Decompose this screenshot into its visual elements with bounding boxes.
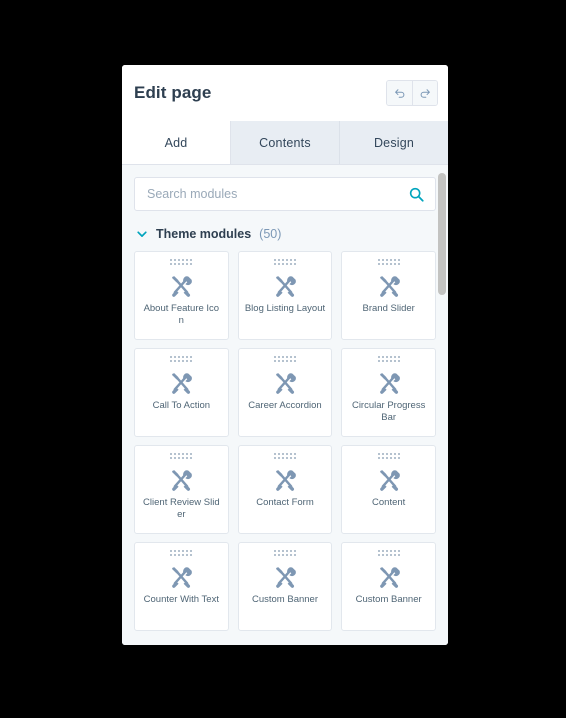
drag-handle-icon[interactable]: [170, 259, 193, 265]
drag-handle-icon[interactable]: [377, 550, 400, 556]
search-input[interactable]: [147, 187, 408, 201]
module-card[interactable]: Content: [341, 445, 436, 534]
module-card[interactable]: Brand Slider: [341, 251, 436, 340]
module-card[interactable]: Career Accordion: [237, 348, 333, 437]
module-card[interactable]: Blog Listing Layout: [237, 251, 333, 340]
tab-contents[interactable]: Contents: [231, 121, 340, 164]
drag-handle-icon[interactable]: [273, 356, 296, 362]
drag-handle-icon[interactable]: [273, 259, 296, 265]
module-label: Custom Banner: [355, 594, 422, 605]
module-label: About Feature Icon: [143, 303, 220, 326]
module-card[interactable]: Circular Progress Bar: [341, 348, 436, 437]
undo-arrow-icon: [393, 87, 406, 100]
tools-icon: [376, 272, 402, 298]
tools-icon: [272, 563, 298, 589]
module-label: Circular Progress Bar: [351, 400, 426, 423]
section-title: Theme modules: [156, 227, 252, 241]
tools-icon: [168, 466, 194, 492]
tools-icon: [376, 563, 402, 589]
module-scroll-region: Theme modules (50) About Feature Icon Blo…: [122, 165, 448, 645]
history-button-group: [386, 80, 438, 106]
search-icon[interactable]: [408, 186, 425, 203]
search-box[interactable]: [134, 177, 436, 211]
theme-modules-section-header[interactable]: Theme modules (50): [136, 227, 436, 241]
module-card[interactable]: Custom Banner: [237, 542, 333, 631]
page-title: Edit page: [134, 83, 212, 102]
tools-icon: [168, 563, 194, 589]
module-card[interactable]: Call To Action: [134, 348, 229, 437]
drag-handle-icon[interactable]: [273, 453, 296, 459]
tools-icon: [168, 272, 194, 298]
module-card[interactable]: Custom Banner: [341, 542, 436, 631]
module-label: Client Review Slider: [143, 497, 220, 520]
tools-icon: [272, 369, 298, 395]
tab-design[interactable]: Design: [340, 121, 448, 164]
module-label: Call To Action: [152, 400, 211, 411]
panel-header: Edit page: [122, 65, 448, 121]
module-card[interactable]: Client Review Slider: [134, 445, 229, 534]
tab-bar: Add Contents Design: [122, 121, 448, 165]
panel-body: Theme modules (50) About Feature Icon Blo…: [122, 165, 448, 645]
drag-handle-icon[interactable]: [377, 259, 400, 265]
tab-add[interactable]: Add: [122, 121, 231, 164]
section-count: (50): [259, 227, 282, 241]
module-card[interactable]: About Feature Icon: [134, 251, 229, 340]
module-label: Contact Form: [256, 497, 314, 508]
scrollbar-track[interactable]: [438, 165, 446, 645]
module-label: Counter With Text: [143, 594, 219, 605]
module-grid: About Feature Icon Blog Listing Layout Bra…: [134, 251, 436, 631]
module-label: Custom Banner: [251, 594, 318, 605]
drag-handle-icon[interactable]: [377, 453, 400, 459]
undo-button[interactable]: [387, 81, 412, 105]
drag-handle-icon[interactable]: [170, 453, 193, 459]
tools-icon: [376, 466, 402, 492]
module-label: Content: [372, 497, 406, 508]
drag-handle-icon[interactable]: [377, 356, 400, 362]
drag-handle-icon[interactable]: [170, 550, 193, 556]
module-label: Blog Listing Layout: [244, 303, 326, 314]
tools-icon: [168, 369, 194, 395]
tools-icon: [376, 369, 402, 395]
scrollbar-thumb[interactable]: [438, 173, 446, 295]
drag-handle-icon[interactable]: [170, 356, 193, 362]
tools-icon: [272, 272, 298, 298]
drag-handle-icon[interactable]: [273, 550, 296, 556]
tools-icon: [272, 466, 298, 492]
module-card[interactable]: Counter With Text: [134, 542, 229, 631]
redo-button[interactable]: [412, 81, 437, 105]
edit-page-panel: Edit page Add Contents Design Search mod…: [122, 65, 448, 645]
module-card[interactable]: Contact Form: [237, 445, 333, 534]
chevron-down-icon[interactable]: [136, 228, 148, 240]
module-label: Brand Slider: [362, 303, 415, 314]
module-label: Career Accordion: [248, 400, 322, 411]
redo-arrow-icon: [419, 87, 432, 100]
